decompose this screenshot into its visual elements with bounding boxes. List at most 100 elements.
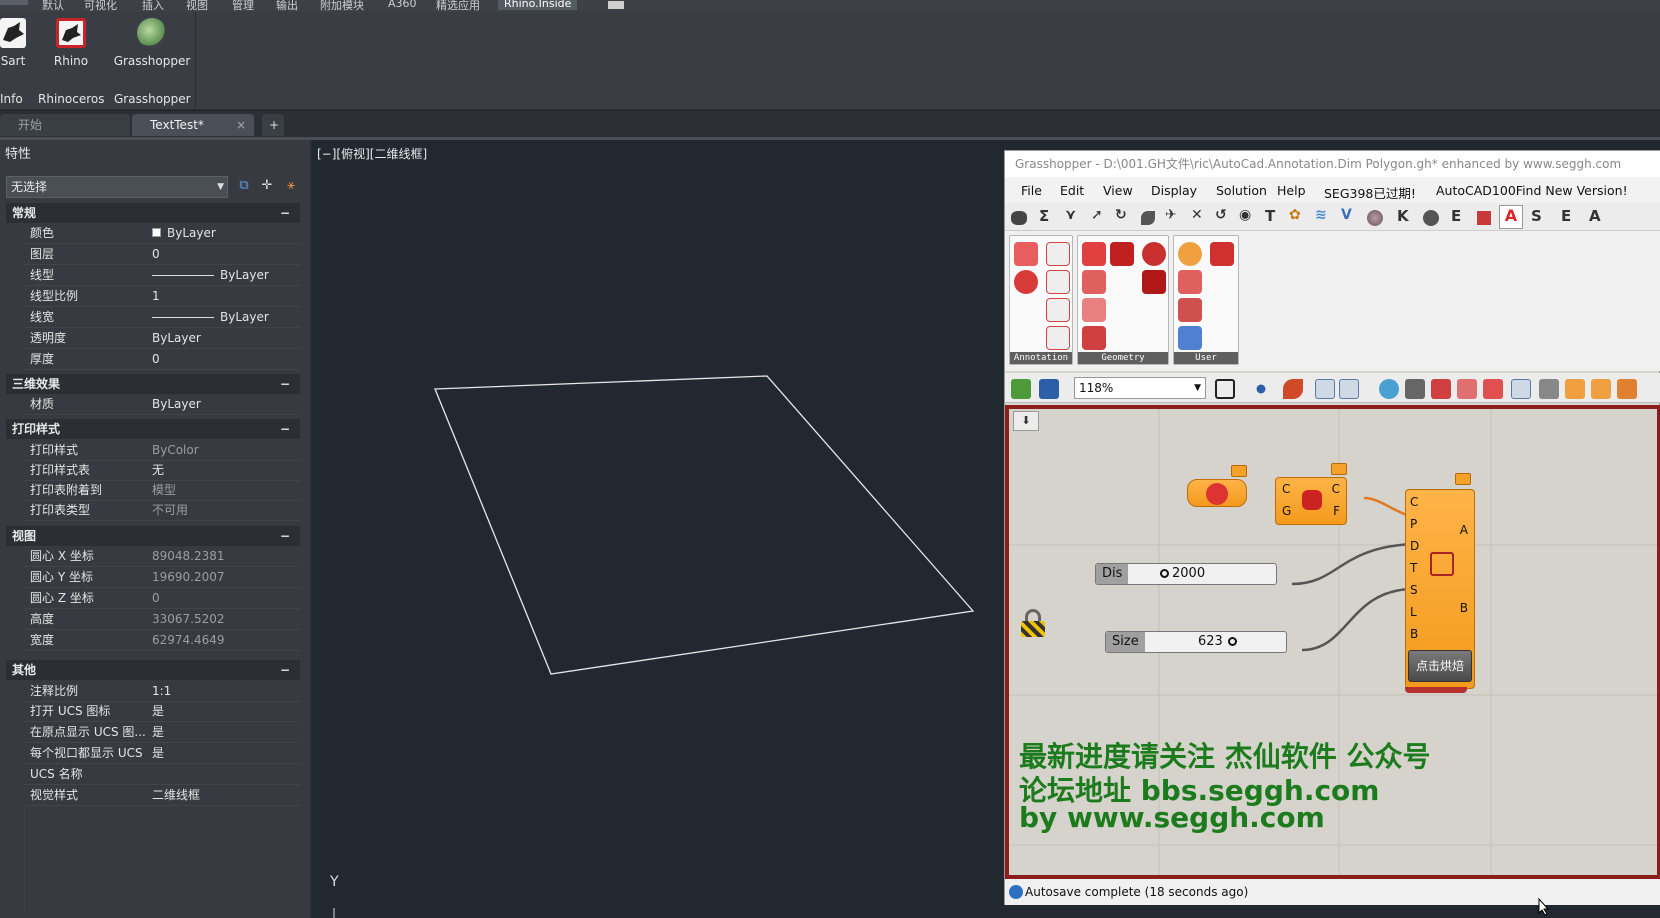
mesh-tab-icon[interactable]: ✈ <box>1165 207 1177 223</box>
prop-row[interactable]: 注释比例 1:1 <box>24 681 300 702</box>
curve-component[interactable]: C G C F <box>1275 477 1347 525</box>
gh-menu-display[interactable]: Display <box>1151 183 1197 198</box>
prop-row[interactable]: 图层 0 <box>24 244 300 265</box>
tool3-icon[interactable] <box>1431 379 1451 399</box>
params-tab-icon[interactable] <box>1011 211 1027 225</box>
display-tab-icon[interactable]: ◉ <box>1239 207 1251 223</box>
gh-menu-view[interactable]: View <box>1103 183 1133 198</box>
prop-row[interactable]: 在原点显示 UCS 图... 是 <box>24 722 300 743</box>
prop-row[interactable]: 透明度 ByLayer <box>24 328 300 349</box>
slider-grip[interactable] <box>1160 569 1169 578</box>
select-objects-icon[interactable]: ✛ <box>258 177 276 195</box>
sketch-icon[interactable] <box>1283 379 1303 399</box>
wire-size[interactable] <box>1301 587 1415 652</box>
slider-grip[interactable] <box>1228 637 1237 646</box>
quick-select-icon[interactable]: ⚹ <box>282 177 300 195</box>
dis-slider[interactable]: Dis 2000 <box>1095 563 1277 585</box>
autocad-tab-icon[interactable]: A <box>1499 205 1523 229</box>
wire-dis[interactable] <box>1291 542 1415 586</box>
geo5-icon[interactable] <box>1082 326 1106 350</box>
section-3d-effects[interactable]: 三维效果 − <box>6 374 300 394</box>
section-general[interactable]: 常规 − <box>6 203 300 223</box>
gh-menu-autocad[interactable]: AutoCAD100Find New Version! <box>1436 183 1628 198</box>
collapse-icon[interactable]: − <box>280 526 290 546</box>
k-tab-icon[interactable]: K <box>1397 207 1409 225</box>
prop-row[interactable]: 线型比例 1 <box>24 286 300 307</box>
collapse-icon[interactable]: − <box>280 203 290 223</box>
prop-row[interactable]: 材质 ByLayer <box>24 394 300 415</box>
tool4-icon[interactable] <box>1457 379 1477 399</box>
ribbon-tab-rhino-inside[interactable]: Rhino.Inside <box>498 0 578 10</box>
drawing-viewport[interactable] <box>314 140 1004 918</box>
text-component-icon[interactable] <box>1014 242 1038 266</box>
ribbon-tab-visualize[interactable]: 可视化 <box>84 0 117 12</box>
prop-row[interactable]: 打印样式 ByColor <box>24 440 300 461</box>
gh-menu-edit[interactable]: Edit <box>1060 183 1084 198</box>
open-file-icon[interactable] <box>1011 379 1031 399</box>
selection-dropdown[interactable]: 无选择 ▼ <box>6 176 228 198</box>
tool1-icon[interactable] <box>1379 379 1399 399</box>
bake-button[interactable]: 点击烘焙 <box>1408 650 1472 682</box>
plugin-tab-icon[interactable]: ✿ <box>1289 207 1301 223</box>
prop-row[interactable]: 宽度 62974.4649 <box>24 630 300 651</box>
collapse-icon[interactable]: − <box>280 660 290 680</box>
gh-menu-help[interactable]: Help <box>1277 183 1306 198</box>
geo3-icon[interactable] <box>1082 270 1106 294</box>
dim-polygon-component[interactable]: C P D T S L B A B 点击烘焙 <box>1405 489 1475 689</box>
zoom-extents-icon[interactable] <box>1215 379 1235 399</box>
ribbon-tab-addins[interactable]: 附加模块 <box>320 0 364 12</box>
curve-tab-icon[interactable]: ↻ <box>1115 207 1127 223</box>
prop-row[interactable]: 线宽 ByLayer <box>24 307 300 328</box>
prop-row[interactable]: 高度 33067.5202 <box>24 609 300 630</box>
section-misc[interactable]: 其他 − <box>6 660 300 680</box>
e2-tab-icon[interactable]: E <box>1561 207 1571 225</box>
tool7-icon[interactable] <box>1539 379 1559 399</box>
plugin6-tab-icon[interactable] <box>1477 211 1491 225</box>
ribbon-tab-default[interactable]: 默认 <box>42 0 64 12</box>
gh-canvas[interactable]: ⬇ C G C F C P D T S L B A B 点击烘焙 Dis 200… <box>1005 405 1660 879</box>
tool8-icon[interactable] <box>1565 379 1585 399</box>
ribbon-tab-output[interactable]: 输出 <box>276 0 298 12</box>
ribbon-tab-view[interactable]: 视图 <box>186 0 208 12</box>
prop-row[interactable]: UCS 名称 <box>24 764 300 785</box>
preview-eye-icon[interactable] <box>1251 379 1271 399</box>
tool5-icon[interactable] <box>1483 379 1503 399</box>
vector-tab-icon[interactable]: ➚ <box>1091 207 1103 223</box>
lock-icon[interactable] <box>1021 609 1045 639</box>
sets-tab-icon[interactable]: ⋎ <box>1065 207 1076 223</box>
workspace-icon[interactable] <box>608 1 624 9</box>
geo6-icon[interactable] <box>1142 242 1166 266</box>
intersect-tab-icon[interactable]: ✕ <box>1191 207 1203 223</box>
dim4-component-icon[interactable] <box>1046 326 1070 350</box>
prop-row[interactable]: 打开 UCS 图标 是 <box>24 701 300 722</box>
section-plot-style[interactable]: 打印样式 − <box>6 419 300 439</box>
save-file-icon[interactable] <box>1039 379 1059 399</box>
prop-row[interactable]: 打印表附着到 模型 <box>24 480 300 501</box>
surface-tab-icon[interactable] <box>1141 211 1155 225</box>
prop-row[interactable]: 打印表类型 不可用 <box>24 500 300 521</box>
prop-row[interactable]: 线型 ByLayer <box>24 265 300 286</box>
plugin2-tab-icon[interactable]: ≋ <box>1315 207 1327 223</box>
text2-component-icon[interactable] <box>1014 270 1038 294</box>
maths-tab-icon[interactable]: Σ <box>1039 207 1049 225</box>
tool2-icon[interactable] <box>1405 379 1425 399</box>
app-menu-icon[interactable] <box>0 0 28 5</box>
dim3-component-icon[interactable] <box>1046 298 1070 322</box>
geo7-icon[interactable] <box>1142 270 1166 294</box>
plugin3-tab-icon[interactable]: V <box>1341 207 1352 223</box>
preview-mode-icon[interactable] <box>1315 379 1335 399</box>
prop-row[interactable]: 打印样式表 无 <box>24 460 300 481</box>
close-icon[interactable]: × <box>236 114 246 136</box>
user4-icon[interactable] <box>1178 298 1202 322</box>
prop-row[interactable]: 颜色 ByLayer <box>24 223 300 244</box>
text-tab-icon[interactable]: T <box>1265 207 1275 225</box>
dim-component-icon[interactable] <box>1046 242 1070 266</box>
tool6-icon[interactable] <box>1511 379 1531 399</box>
section-view[interactable]: 视图 − <box>6 526 300 546</box>
grasshopper-button[interactable]: Grasshopper <box>112 18 192 68</box>
gh-menu-seg[interactable]: SEG398已过期! <box>1324 183 1416 202</box>
e-tab-icon[interactable]: E <box>1451 207 1461 225</box>
geo2-icon[interactable] <box>1110 242 1134 266</box>
tool9-icon[interactable] <box>1591 379 1611 399</box>
prop-row[interactable]: 每个视口都显示 UCS 是 <box>24 743 300 764</box>
